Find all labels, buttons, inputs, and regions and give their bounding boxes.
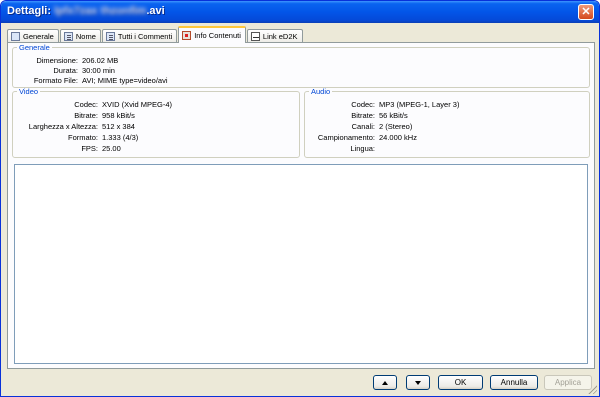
tab-tutti-i-commenti[interactable]: Tutti i Commenti <box>101 29 178 43</box>
info-value: 2 (Stereo) <box>379 122 413 131</box>
info-row: Formato: 1.333 (4/3) <box>12 133 138 142</box>
next-file-button[interactable] <box>406 375 430 390</box>
tab-label: Tutti i Commenti <box>117 32 173 41</box>
info-row: Durata: 30:00 min <box>12 66 115 75</box>
info-row: Dimensione: 206.02 MB <box>12 56 118 65</box>
tab-strip: Generale Nome Tutti i Commenti Info Cont… <box>7 26 304 43</box>
title-filename-obscured: lpfx7zax thzonfim <box>54 5 147 17</box>
info-value: 206.02 MB <box>82 56 119 65</box>
ok-label: OK <box>454 378 467 387</box>
tab-link-ed2k[interactable]: Link eD2K <box>246 29 303 43</box>
info-key: Formato File: <box>33 76 78 85</box>
tab-label: Link eD2K <box>262 32 298 41</box>
details-text-area[interactable] <box>14 164 588 364</box>
info-key: Lingua: <box>350 144 375 153</box>
info-value: 30:00 min <box>82 66 115 75</box>
info-value <box>375 144 379 153</box>
info-value: XVID (Xvid MPEG-4) <box>102 100 173 109</box>
window-title: Dettagli: lpfx7zax thzonfim.avi <box>7 5 165 17</box>
info-row: Codec: XVID (Xvid MPEG-4) <box>12 100 172 109</box>
info-value: 1.333 (4/3) <box>102 133 139 142</box>
info-key: Campionamento: <box>317 133 375 142</box>
info-value: 25.00 <box>102 144 121 153</box>
info-row: Campionamento: 24.000 kHz <box>304 133 417 142</box>
info-key: Codec: <box>351 100 375 109</box>
close-icon: ✕ <box>581 6 591 18</box>
cancel-button[interactable]: Annulla <box>490 375 538 390</box>
content-info-icon <box>182 31 192 40</box>
tab-generale[interactable]: Generale <box>7 29 59 43</box>
info-key: Durata: <box>53 66 78 75</box>
info-row: Bitrate: 56 kBit/s <box>304 111 408 120</box>
apply-label: Applica <box>554 378 582 387</box>
info-value: 512 x 384 <box>102 122 135 131</box>
video-legend: Video <box>19 87 39 96</box>
content-info-panel: Generale Dimensione: 206.02 MB Durata: 3… <box>7 42 595 369</box>
info-row: Bitrate: 958 kBit/s <box>12 111 135 120</box>
title-extension: .avi <box>146 5 165 17</box>
tab-nome[interactable]: Nome <box>59 29 101 43</box>
info-key: Bitrate: <box>74 111 98 120</box>
previous-file-button[interactable] <box>373 375 397 390</box>
arrow-down-icon <box>415 380 421 385</box>
info-row: Formato File: AVI; MIME type=video/avi <box>12 76 168 85</box>
ok-button[interactable]: OK <box>438 375 483 390</box>
info-value: MP3 (MPEG-1, Layer 3) <box>379 100 460 109</box>
info-key: Formato: <box>67 133 98 142</box>
info-icon <box>11 32 20 41</box>
comments-icon <box>105 32 115 41</box>
info-value: AVI; MIME type=video/avi <box>82 76 168 85</box>
info-row: Larghezza x Altezza: 512 x 384 <box>12 122 135 131</box>
tab-label: Info Contenuti <box>194 31 241 40</box>
info-value: 24.000 kHz <box>379 133 417 142</box>
title-bar[interactable]: Dettagli: lpfx7zax thzonfim.avi ✕ <box>1 1 599 23</box>
info-key: Larghezza x Altezza: <box>28 122 98 131</box>
tab-label: Nome <box>75 32 96 41</box>
title-prefix: Dettagli: <box>7 5 51 17</box>
general-legend: Generale <box>19 43 50 52</box>
info-row: FPS: 25.00 <box>12 144 121 153</box>
info-key: Bitrate: <box>351 111 375 120</box>
audio-legend: Audio <box>311 87 331 96</box>
info-key: Canali: <box>351 122 375 131</box>
arrow-up-icon <box>382 380 388 385</box>
link-icon <box>250 32 260 41</box>
info-row: Lingua: <box>304 144 379 153</box>
info-key: Dimensione: <box>36 56 78 65</box>
close-button[interactable]: ✕ <box>578 4 594 20</box>
apply-button[interactable]: Applica <box>544 375 592 390</box>
cancel-label: Annulla <box>500 378 528 387</box>
name-icon <box>63 32 73 41</box>
info-key: FPS: <box>81 144 98 153</box>
tab-label: Generale <box>23 32 54 41</box>
info-value: 56 kBit/s <box>379 111 408 120</box>
info-row: Codec: MP3 (MPEG-1, Layer 3) <box>304 100 459 109</box>
info-value: 958 kBit/s <box>102 111 135 120</box>
info-row: Canali: 2 (Stereo) <box>304 122 413 131</box>
info-key: Codec: <box>74 100 98 109</box>
tab-info-contenuti[interactable]: Info Contenuti <box>178 26 246 43</box>
details-dialog: Dettagli: lpfx7zax thzonfim.avi ✕ Genera… <box>0 0 600 397</box>
